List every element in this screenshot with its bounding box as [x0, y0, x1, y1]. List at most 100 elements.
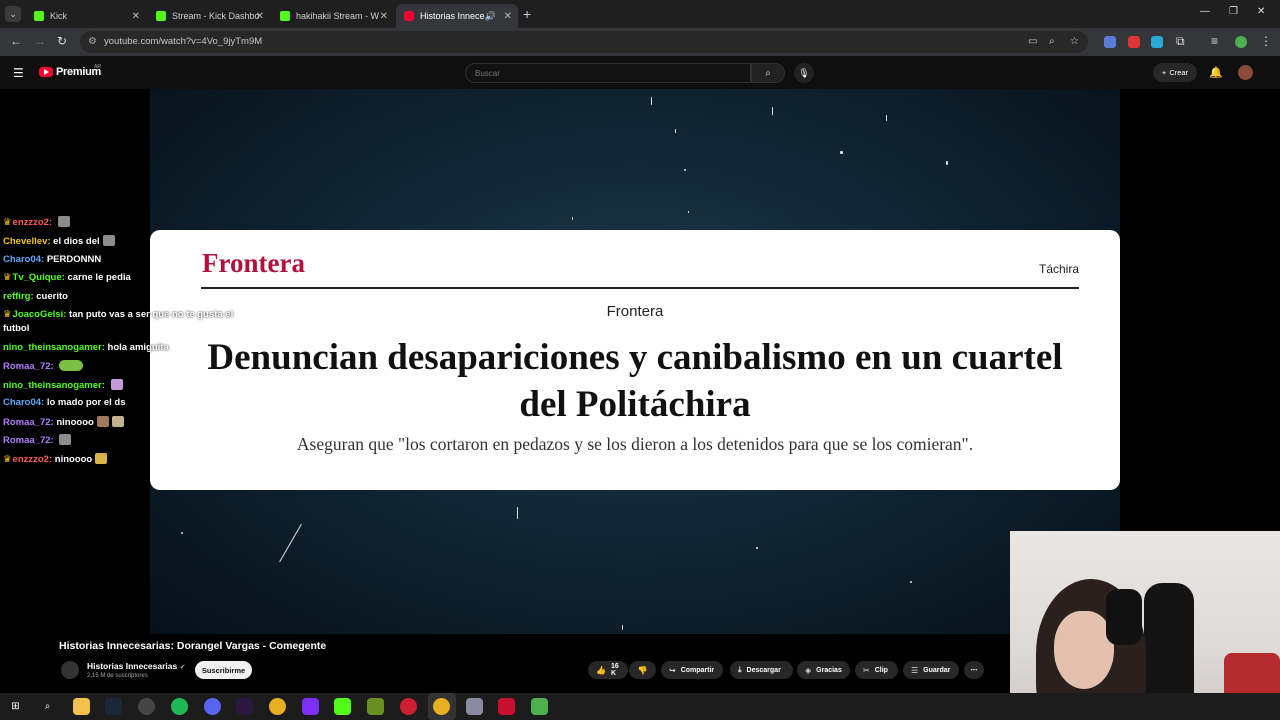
emote-icon	[95, 453, 108, 464]
divider	[201, 287, 1079, 289]
account-avatar[interactable]	[1238, 65, 1253, 80]
crown-icon: ♛	[3, 217, 12, 228]
emote-icon	[96, 416, 109, 427]
notifications-bell-icon[interactable]: 🔔	[1209, 66, 1223, 79]
chat-message: Charo04: PERDONNN	[3, 254, 102, 265]
app-icon[interactable]	[466, 698, 483, 715]
tab-search-icon[interactable]: ⌄	[5, 6, 21, 22]
media-control-icon[interactable]: ≡	[1211, 34, 1218, 48]
chrome-icon[interactable]	[269, 698, 286, 715]
windows-taskbar: ⊞ ⌕	[0, 693, 1280, 720]
url-text[interactable]: youtube.com/watch?v=4Vo_9jyTm9M	[104, 36, 262, 47]
more-actions-button[interactable]: ⋯	[964, 661, 984, 679]
thumbs-down-icon: 👎	[637, 665, 648, 675]
extension-icon[interactable]	[1151, 36, 1163, 48]
hamburger-menu-icon[interactable]: ☰	[13, 66, 24, 80]
minimize-icon[interactable]: —	[1200, 6, 1210, 17]
chat-message: Chevellev: el dios del	[3, 235, 115, 247]
channel-name[interactable]: Historias Innecesarias ✔	[87, 661, 186, 671]
extensions-puzzle-icon[interactable]: ⧉	[1176, 34, 1185, 49]
app-icon[interactable]	[236, 698, 253, 715]
obs-icon[interactable]	[138, 698, 155, 715]
search-icon: ⌕	[765, 67, 771, 79]
like-button[interactable]: 👍 16 K	[588, 661, 628, 679]
chat-message-continued: futbol	[3, 323, 30, 334]
chat-message: Romaa_72:	[3, 434, 72, 446]
region-code: AR	[94, 64, 101, 70]
profile-icon[interactable]	[1235, 36, 1247, 48]
verified-icon: ✔	[179, 664, 186, 671]
search-icon[interactable]: ⌕	[39, 698, 56, 715]
address-bar[interactable]: ⚙ youtube.com/watch?v=4Vo_9jyTm9M ▭ ⌕ ☆	[80, 31, 1088, 53]
tab-hakihakii-stream[interactable]: hakihakii Stream - W ✕	[272, 4, 394, 28]
reload-icon[interactable]: ↻	[57, 34, 67, 48]
extension-icon[interactable]	[1104, 36, 1116, 48]
search-button[interactable]: ⌕	[751, 63, 785, 83]
forward-icon[interactable]: →	[34, 34, 46, 48]
chat-message: reffirg: cuerito	[3, 291, 68, 302]
headset	[1106, 589, 1142, 645]
steam-icon[interactable]	[105, 698, 122, 715]
chat-message: ♛enzzzo2:	[3, 216, 70, 228]
tab-kick[interactable]: Kick ✕	[26, 4, 146, 28]
discord-icon[interactable]	[204, 698, 221, 715]
scissors-icon: ✂	[863, 665, 870, 675]
site-info-icon[interactable]: ⚙	[88, 36, 97, 47]
voice-search-button[interactable]: 🎙	[794, 63, 814, 83]
audio-playing-icon[interactable]: 🔊	[485, 11, 496, 22]
channel-avatar[interactable]	[61, 661, 79, 679]
close-window-icon[interactable]: ✕	[1257, 6, 1265, 17]
clip-button[interactable]: ✂ Clip	[855, 661, 898, 679]
chrome-active-icon[interactable]	[433, 698, 450, 715]
crown-icon: ♛	[3, 272, 12, 283]
thumbs-up-icon: 👍	[596, 665, 606, 675]
youtube-icon	[404, 11, 414, 21]
youtube-logo-icon[interactable]	[39, 67, 53, 77]
share-button[interactable]: ↪ Compartir	[661, 661, 723, 679]
plus-icon: +	[1161, 68, 1167, 77]
subscribe-button[interactable]: Suscribirme	[195, 661, 252, 679]
browser-tab-strip: ⌄ Kick ✕ Stream - Kick Dashbo ✕ hakihaki…	[0, 0, 1280, 28]
restore-icon[interactable]: ❐	[1229, 6, 1238, 17]
close-icon[interactable]: ✕	[504, 11, 512, 22]
thanks-button[interactable]: ◈ Gracias	[797, 661, 850, 679]
frontera-logo: Frontera	[202, 248, 305, 278]
kick-icon[interactable]	[334, 698, 351, 715]
dislike-button[interactable]: 👎	[629, 661, 656, 679]
close-icon[interactable]: ✕	[132, 11, 140, 22]
share-icon: ↪	[669, 665, 676, 675]
windows-start-icon[interactable]: ⊞	[7, 698, 24, 715]
app-icon[interactable]	[302, 698, 319, 715]
microphone-icon: 🎙	[798, 67, 810, 78]
search-input[interactable]	[475, 69, 735, 78]
create-button[interactable]: + Crear	[1153, 63, 1197, 82]
close-icon[interactable]: ✕	[380, 11, 388, 22]
emote-icon	[59, 434, 72, 445]
menu-kebab-icon[interactable]: ⋮	[1260, 34, 1272, 48]
extension-icon[interactable]	[1128, 36, 1140, 48]
emote-icon	[57, 216, 70, 227]
article-section-label: Táchira	[1038, 262, 1079, 276]
article-headline: Denuncian desapariciones y canibalismo e…	[207, 337, 1063, 425]
kick-icon	[156, 11, 166, 21]
file-explorer-icon[interactable]	[73, 698, 90, 715]
back-icon[interactable]: ←	[10, 34, 22, 48]
save-button[interactable]: ☰ Guardar	[903, 661, 959, 679]
new-tab-button[interactable]: +	[523, 6, 531, 22]
app-icon[interactable]	[498, 698, 515, 715]
spotify-icon[interactable]	[171, 698, 188, 715]
tab-youtube-active[interactable]: Historias Innece 🔊 ✕	[396, 4, 518, 28]
bookmark-star-icon[interactable]: ☆	[1070, 36, 1079, 47]
close-icon[interactable]: ✕	[256, 11, 264, 22]
tab-kick-dashboard[interactable]: Stream - Kick Dashbo ✕	[148, 4, 270, 28]
minecraft-icon[interactable]	[367, 698, 384, 715]
chat-message: ♛enzzzo2: ninoooo	[3, 453, 108, 465]
search-box[interactable]	[465, 63, 751, 83]
opera-icon[interactable]	[400, 698, 417, 715]
zoom-icon[interactable]: ⌕	[1049, 36, 1055, 47]
download-button[interactable]: ⤓ Descargar	[730, 661, 793, 679]
thanks-icon: ◈	[805, 665, 812, 675]
emote-icon	[102, 235, 115, 246]
minecraft-launcher-icon[interactable]	[531, 698, 548, 715]
cast-icon[interactable]: ▭	[1028, 36, 1037, 47]
